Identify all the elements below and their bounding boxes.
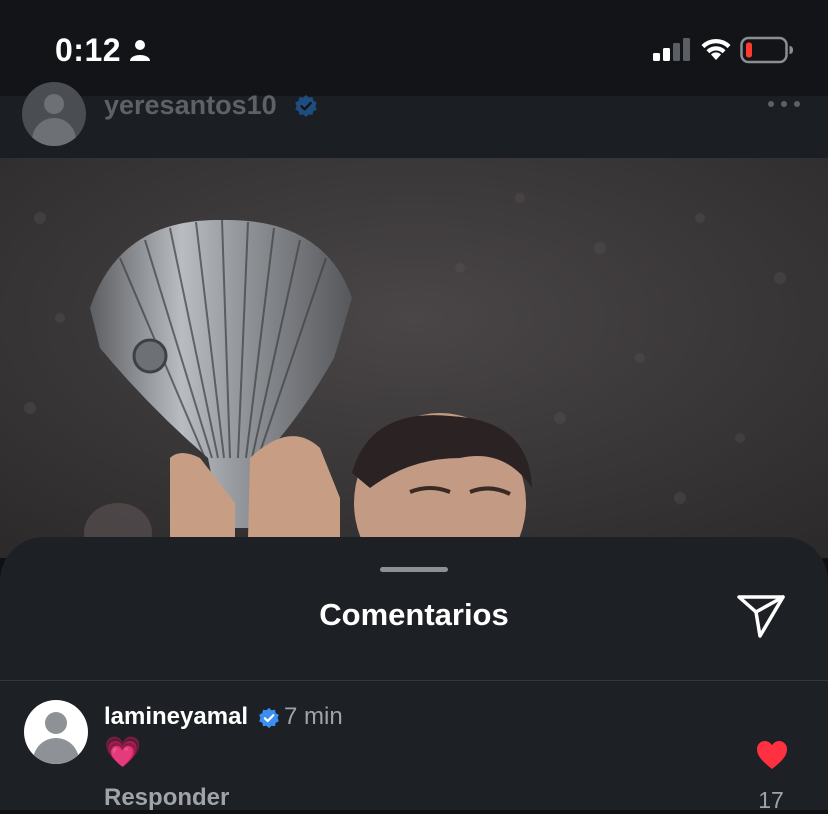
status-time: 0:12 bbox=[55, 32, 122, 68]
reply-button[interactable]: Responder bbox=[104, 784, 229, 812]
share-icon[interactable] bbox=[736, 593, 786, 639]
wifi-icon bbox=[701, 38, 731, 60]
status-bar: 0:12 bbox=[0, 0, 828, 96]
post-photo[interactable] bbox=[0, 158, 828, 558]
comment-avatar[interactable] bbox=[24, 700, 88, 764]
sheet-grabber[interactable] bbox=[380, 567, 448, 572]
person-icon bbox=[130, 40, 150, 61]
comment-text: 💗 bbox=[104, 736, 142, 769]
post-username[interactable]: yeresantos10 bbox=[104, 90, 277, 121]
post-header: yeresantos10 bbox=[0, 82, 828, 158]
comments-sheet: Comentarios lamineyamal 7 min 💗 Responde… bbox=[0, 537, 828, 813]
comment-timestamp: 7 min bbox=[284, 703, 343, 730]
verified-icon bbox=[259, 707, 279, 729]
comment-username[interactable]: lamineyamal bbox=[104, 703, 248, 731]
signal-icon bbox=[653, 38, 690, 61]
verified-icon bbox=[295, 95, 317, 117]
comment-item: lamineyamal 7 min 💗 Responder 17 bbox=[0, 681, 828, 813]
sheet-title: Comentarios bbox=[319, 597, 509, 632]
battery-icon bbox=[740, 36, 793, 64]
heart-icon[interactable] bbox=[756, 740, 788, 770]
more-icon[interactable] bbox=[766, 98, 802, 110]
post-avatar[interactable] bbox=[22, 82, 86, 146]
